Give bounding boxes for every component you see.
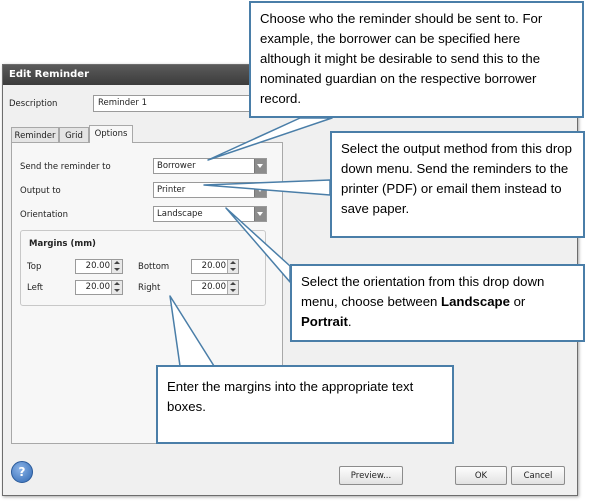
- landscape-emphasis: Landscape: [441, 294, 510, 309]
- spinner-buttons[interactable]: [227, 260, 238, 273]
- left-margin-label: Left: [27, 283, 43, 293]
- orientation-dropdown[interactable]: Landscape: [153, 206, 267, 222]
- bottom-margin-label: Bottom: [138, 262, 170, 272]
- left-margin-input[interactable]: 20.00: [75, 280, 123, 295]
- send-to-dropdown[interactable]: Borrower: [153, 158, 267, 174]
- bottom-margin-value: 20.00: [201, 261, 226, 271]
- description-label: Description: [9, 99, 58, 109]
- orientation-callout: Select the orientation from this drop do…: [290, 264, 585, 342]
- orientation-value: Landscape: [157, 209, 203, 219]
- portrait-emphasis: Portrait: [301, 314, 348, 329]
- tab-grid[interactable]: Grid: [59, 127, 89, 143]
- tab-reminder[interactable]: Reminder: [11, 127, 59, 143]
- send-to-value: Borrower: [157, 161, 196, 171]
- margins-group: Margins (mm) Top 20.00 Bottom 20.00 Left…: [20, 230, 266, 306]
- arrow-down-icon[interactable]: [230, 268, 236, 271]
- arrow-down-icon[interactable]: [114, 289, 120, 292]
- output-callout: Select the output method from this drop …: [330, 131, 585, 238]
- orientation-label: Orientation: [20, 210, 68, 220]
- top-margin-input[interactable]: 20.00: [75, 259, 123, 274]
- output-to-label: Output to: [20, 186, 61, 196]
- chevron-down-icon[interactable]: [254, 183, 266, 197]
- preview-button[interactable]: Preview...: [339, 466, 403, 485]
- tab-options[interactable]: Options: [89, 125, 133, 143]
- send-to-label: Send the reminder to: [20, 162, 111, 172]
- arrow-up-icon[interactable]: [114, 261, 120, 264]
- recipient-callout: Choose who the reminder should be sent t…: [249, 1, 584, 118]
- left-margin-value: 20.00: [85, 282, 110, 292]
- spinner-buttons[interactable]: [111, 260, 122, 273]
- chevron-down-icon[interactable]: [254, 207, 266, 221]
- output-to-dropdown[interactable]: Printer: [153, 182, 267, 198]
- arrow-down-icon[interactable]: [230, 289, 236, 292]
- spinner-buttons[interactable]: [111, 281, 122, 294]
- orientation-callout-end: .: [347, 314, 352, 329]
- arrow-up-icon[interactable]: [230, 261, 236, 264]
- margins-title: Margins (mm): [29, 239, 96, 249]
- help-icon[interactable]: ?: [11, 461, 33, 483]
- right-margin-value: 20.00: [201, 282, 226, 292]
- top-margin-label: Top: [27, 262, 42, 272]
- description-input[interactable]: Reminder 1: [93, 95, 253, 112]
- arrow-up-icon[interactable]: [230, 282, 236, 285]
- output-to-value: Printer: [157, 185, 186, 195]
- dialog-title: Edit Reminder: [9, 69, 89, 80]
- spinner-buttons[interactable]: [227, 281, 238, 294]
- top-margin-value: 20.00: [85, 261, 110, 271]
- right-margin-label: Right: [138, 283, 161, 293]
- margins-callout: Enter the margins into the appropriate t…: [156, 365, 454, 444]
- chevron-down-icon[interactable]: [254, 159, 266, 173]
- orientation-callout-or: or: [509, 294, 526, 309]
- arrow-down-icon[interactable]: [114, 268, 120, 271]
- right-margin-input[interactable]: 20.00: [191, 280, 239, 295]
- bottom-margin-input[interactable]: 20.00: [191, 259, 239, 274]
- ok-button[interactable]: OK: [455, 466, 507, 485]
- arrow-up-icon[interactable]: [114, 282, 120, 285]
- cancel-button[interactable]: Cancel: [511, 466, 565, 485]
